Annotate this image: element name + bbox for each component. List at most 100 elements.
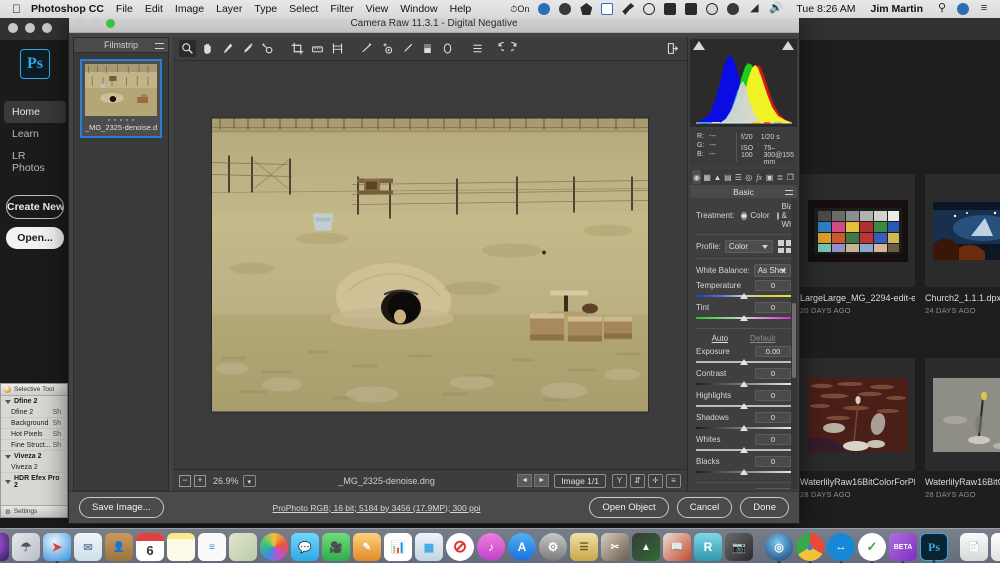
slider-track[interactable] [696, 402, 791, 411]
snapshots-tab[interactable]: ❐ [786, 170, 795, 184]
crop-tool-icon[interactable] [289, 40, 306, 57]
dock-item-resilio[interactable]: R [694, 533, 722, 561]
dock-item-utilities[interactable]: ✂ [601, 533, 629, 561]
slider-track[interactable] [696, 468, 791, 477]
targeted-adjustment-tool-icon[interactable] [259, 40, 276, 57]
slider-contrast[interactable]: Contrast 0 [696, 368, 791, 389]
nik-group-dfine2[interactable]: Dfine 2 [1, 396, 67, 407]
nik-row[interactable]: Background Sh [1, 418, 67, 429]
disclosure-triangle-icon[interactable] [5, 480, 11, 484]
menubar-clock[interactable]: Tue 8:26 AM [796, 3, 855, 15]
menu-help[interactable]: Help [450, 3, 472, 15]
dropbox-icon[interactable] [538, 3, 551, 15]
dock-item-nik-collection[interactable]: ▲ [632, 533, 660, 561]
display-icon[interactable] [664, 3, 677, 15]
slider-track[interactable] [696, 358, 791, 367]
calibration-tab[interactable]: ▣ [765, 170, 774, 184]
treatment-color-label[interactable]: Color [750, 211, 769, 220]
preferences-tool-icon[interactable] [469, 40, 486, 57]
minimize-button[interactable] [25, 23, 35, 33]
aspect-icon[interactable]: ⇵ [630, 473, 645, 488]
image-preview-area[interactable] [173, 61, 687, 469]
slider-exposure[interactable]: Exposure 0.00 [696, 346, 791, 367]
dock-item-notes[interactable] [167, 533, 195, 561]
filter-icon[interactable]: ≡ [666, 473, 681, 488]
hand-tool-icon[interactable] [199, 40, 216, 57]
filmstrip-menu-icon[interactable] [155, 43, 164, 49]
panel-menu-icon[interactable] [785, 190, 793, 195]
recent-file-card[interactable]: LargeLarge_MG_2294-edit-e... 20 DAYS AGO [800, 174, 915, 315]
dock-item-launchpad[interactable]: ☂ [12, 533, 40, 561]
firewall-icon[interactable] [727, 3, 740, 15]
hsl-grayscale-tab[interactable]: ▤ [723, 170, 732, 184]
dock-item-mail[interactable]: ✉ [74, 533, 102, 561]
slider-value[interactable]: 0 [755, 456, 791, 467]
lens-corrections-tab[interactable]: ◎ [744, 170, 753, 184]
dock-item-documents-stack[interactable]: 📄 [960, 533, 988, 561]
dock-item-photos[interactable] [260, 533, 288, 561]
red-eye-removal-tool-icon[interactable] [379, 40, 396, 57]
zoom-in-icon[interactable]: + [194, 474, 206, 487]
shadow-clipping-triangle-icon[interactable] [693, 41, 705, 50]
dock-item-affinity-photo-beta[interactable]: BETA [889, 533, 917, 563]
dock-item-maps[interactable] [229, 533, 257, 561]
adobe-icon[interactable] [685, 3, 698, 15]
slider-track[interactable] [696, 446, 791, 455]
nik-group-viveza2[interactable]: Viveza 2 [1, 451, 67, 462]
teamviewer-icon[interactable] [601, 3, 614, 15]
dock-item-contacts[interactable]: 👤 [105, 533, 133, 561]
menu-image[interactable]: Image [175, 3, 204, 15]
recent-file-card[interactable]: Church2_1.1.1.dpx 24 DAYS AGO [925, 174, 1000, 315]
menu-layer[interactable]: Layer [216, 3, 242, 15]
dock-item-numbers[interactable]: 📊 [384, 533, 412, 561]
sidebar-item-lr-photos[interactable]: LR Photos [4, 145, 66, 179]
notification-center-icon[interactable]: ≡ [978, 3, 990, 15]
dock-item-teamviewer[interactable]: ↔ [827, 533, 855, 563]
zoom-button[interactable] [106, 19, 115, 28]
nik-group-hdr-efex-pro-2[interactable]: HDR Efex Pro 2 [1, 473, 67, 491]
slider-temperature[interactable]: Temperature 0 [696, 280, 791, 301]
minimize-button[interactable] [91, 19, 100, 28]
close-button[interactable] [8, 23, 18, 33]
basic-panel-scrollbar[interactable] [791, 198, 797, 489]
slider-blacks[interactable]: Blacks 0 [696, 456, 791, 477]
spot-removal-tool-icon[interactable] [359, 40, 376, 57]
evernote-icon[interactable] [580, 3, 593, 15]
histogram-panel[interactable] [690, 39, 797, 127]
menu-filter[interactable]: Filter [330, 3, 353, 15]
recent-file-card[interactable]: WaterlilyRaw16BitColo 28 DAYS AGO [925, 358, 1000, 499]
add-icon[interactable]: ✛ [648, 473, 663, 488]
spotlight-search-icon[interactable]: ⚲ [936, 3, 948, 15]
auto-button[interactable]: Auto [712, 334, 728, 343]
dock-item-itunes[interactable]: ♪ [477, 533, 505, 561]
presets-tab[interactable]: ≣ [775, 170, 784, 184]
dock-item-capture-one[interactable]: 📷 [725, 533, 753, 561]
slider-value[interactable]: 0 [755, 488, 791, 489]
menu-select[interactable]: Select [289, 3, 318, 15]
done-button[interactable]: Done [740, 497, 789, 518]
timemachine-on-icon[interactable]: ⏱On [510, 4, 529, 15]
highlight-clipping-triangle-icon[interactable] [782, 41, 794, 50]
dock-item-downloads-stack[interactable]: 🖹 [991, 533, 1000, 561]
detail-tab[interactable]: ▲ [713, 170, 722, 184]
color-sampler-tool-icon[interactable] [239, 40, 256, 57]
slider-value[interactable]: 0 [755, 368, 791, 379]
menubar-app-name[interactable]: Photoshop CC [31, 3, 104, 15]
dock-item-lightroom[interactable]: ◎ [765, 533, 793, 563]
sync-settings-icon[interactable]: Y [612, 473, 627, 488]
adjustment-brush-tool-icon[interactable] [399, 40, 416, 57]
camera-raw-window-controls[interactable] [76, 19, 115, 28]
sidebar-item-home[interactable]: Home [4, 101, 66, 123]
dock-item-messages[interactable]: 💬 [291, 533, 319, 561]
menu-edit[interactable]: Edit [145, 3, 163, 15]
slider-whites[interactable]: Whites 0 [696, 434, 791, 455]
effects-tab[interactable]: fx [754, 170, 763, 184]
next-image-icon[interactable]: ► [534, 474, 550, 487]
nik-row[interactable]: Hot Pixels Sh [1, 429, 67, 440]
menubar-username[interactable]: Jim Martin [870, 3, 923, 15]
graduated-filter-tool-icon[interactable] [419, 40, 436, 57]
tools-icon[interactable] [622, 3, 635, 15]
photoshop-window-controls[interactable] [8, 23, 52, 33]
profile-browser-grid-icon[interactable] [778, 240, 791, 253]
treatment-bw-radio[interactable] [776, 211, 779, 220]
